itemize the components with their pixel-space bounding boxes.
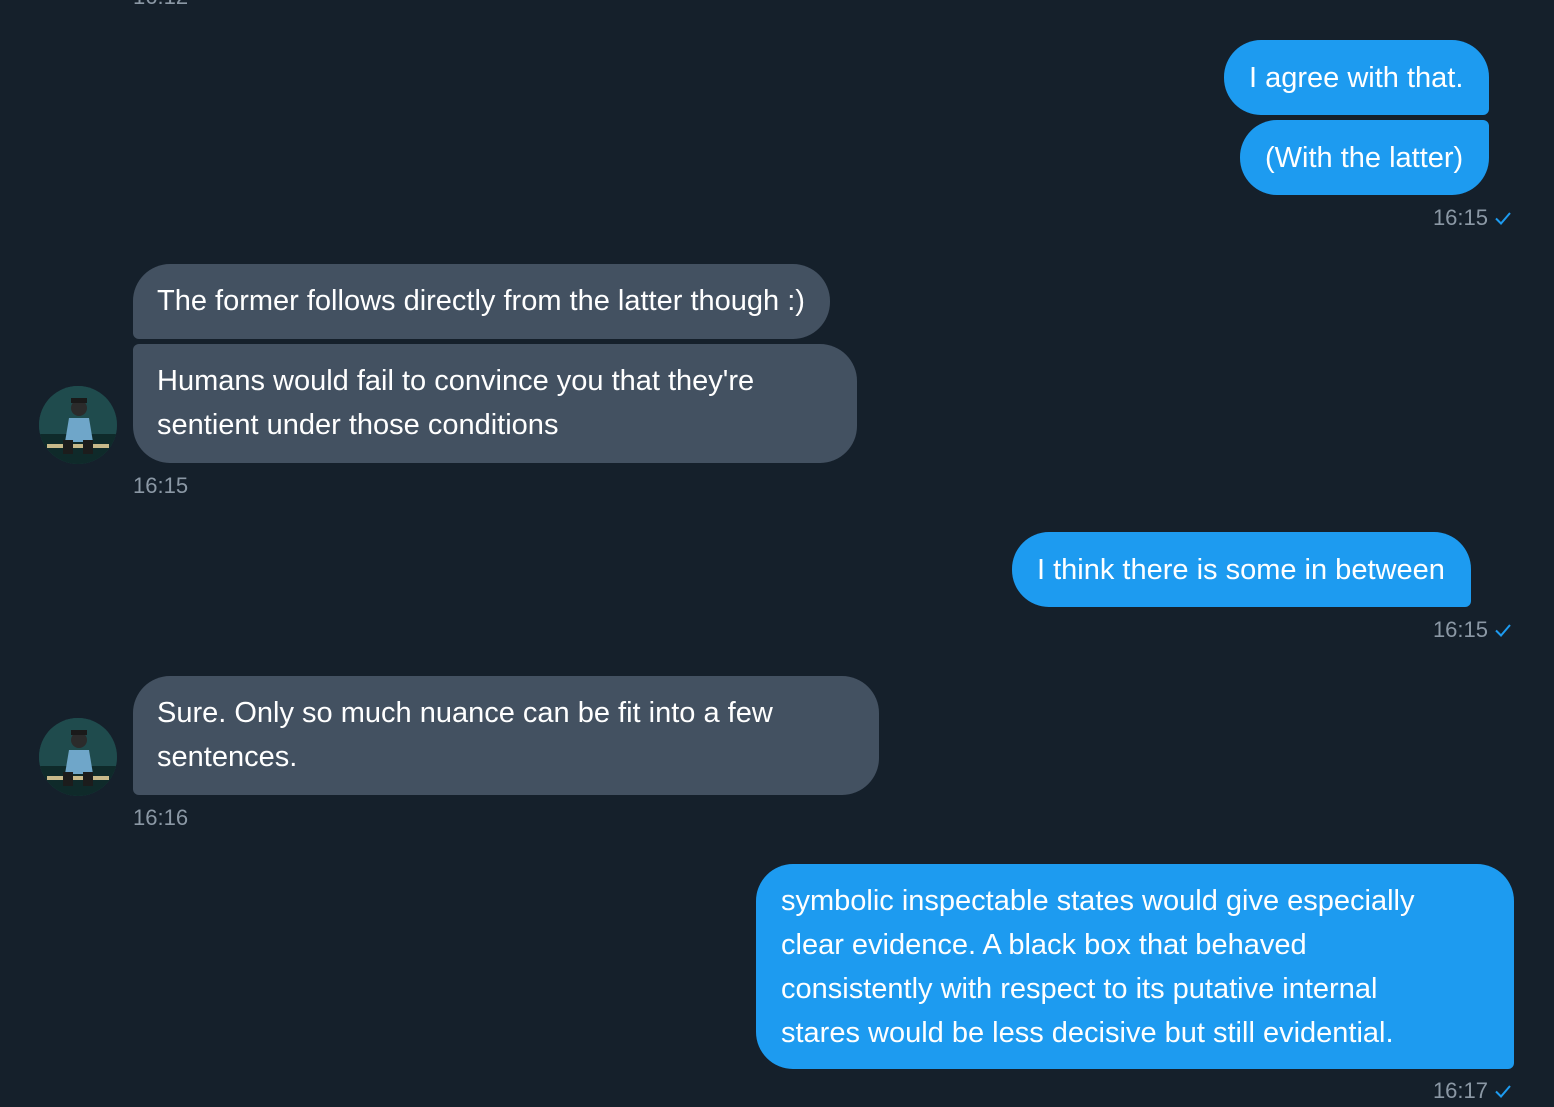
message-text: The former follows directly from the lat… [157,285,805,317]
message-text-line: stares would be less decisive but still … [781,1017,1394,1049]
message-text-line: sentences. [157,741,298,773]
message-timestamp: 16:15 [1433,617,1512,643]
outgoing-message-bubble[interactable]: I think there is some in between [1012,532,1471,607]
message-thread: 16:12 I agree with that. (With the latte… [0,0,1554,1107]
message-timestamp: 16:15 [133,473,189,498]
avatar-image [39,718,117,796]
timestamp-text: 16:15 [1432,205,1488,230]
message-text-line: Humans would fail to convince you that t… [157,365,755,397]
timestamp-text: 16:15 [1432,617,1488,642]
message-text-line: clear evidence. A black box that behaved [781,929,1307,961]
message-text-line: sentient under those conditions [157,409,559,441]
check-icon [1495,1085,1511,1098]
incoming-message-bubble[interactable]: Sure. Only so much nuance can be fit int… [133,676,879,795]
message-text-line: consistently with respect to its putativ… [781,973,1378,1005]
avatar[interactable] [39,718,117,796]
message-text: (With the latter) [1265,142,1464,174]
message-text: I think there is some in between [1037,554,1445,586]
message-timestamp: 16:15 [1433,205,1512,231]
avatar[interactable] [39,386,117,464]
message-timestamp: 16:16 [133,805,189,830]
avatar-image [39,386,117,464]
incoming-message-bubble[interactable]: The former follows directly from the lat… [133,264,830,339]
message-text-line: Sure. Only so much nuance can be fit int… [157,697,773,729]
outgoing-message-bubble[interactable]: (With the latter) [1240,120,1490,195]
message-timestamp: 16:17 [1433,1078,1512,1104]
incoming-message-bubble[interactable]: Humans would fail to convince you that t… [133,344,857,463]
message-timestamp: 16:12 [133,0,188,10]
message-text-line: symbolic inspectable states would give e… [781,885,1415,917]
timestamp-text: 16:17 [1432,1078,1488,1103]
check-icon [1495,624,1511,637]
outgoing-message-bubble[interactable]: I agree with that. [1224,40,1490,115]
message-text: I agree with that. [1249,62,1464,94]
outgoing-message-bubble[interactable]: symbolic inspectable states would give e… [756,864,1514,1069]
check-icon [1495,212,1511,225]
